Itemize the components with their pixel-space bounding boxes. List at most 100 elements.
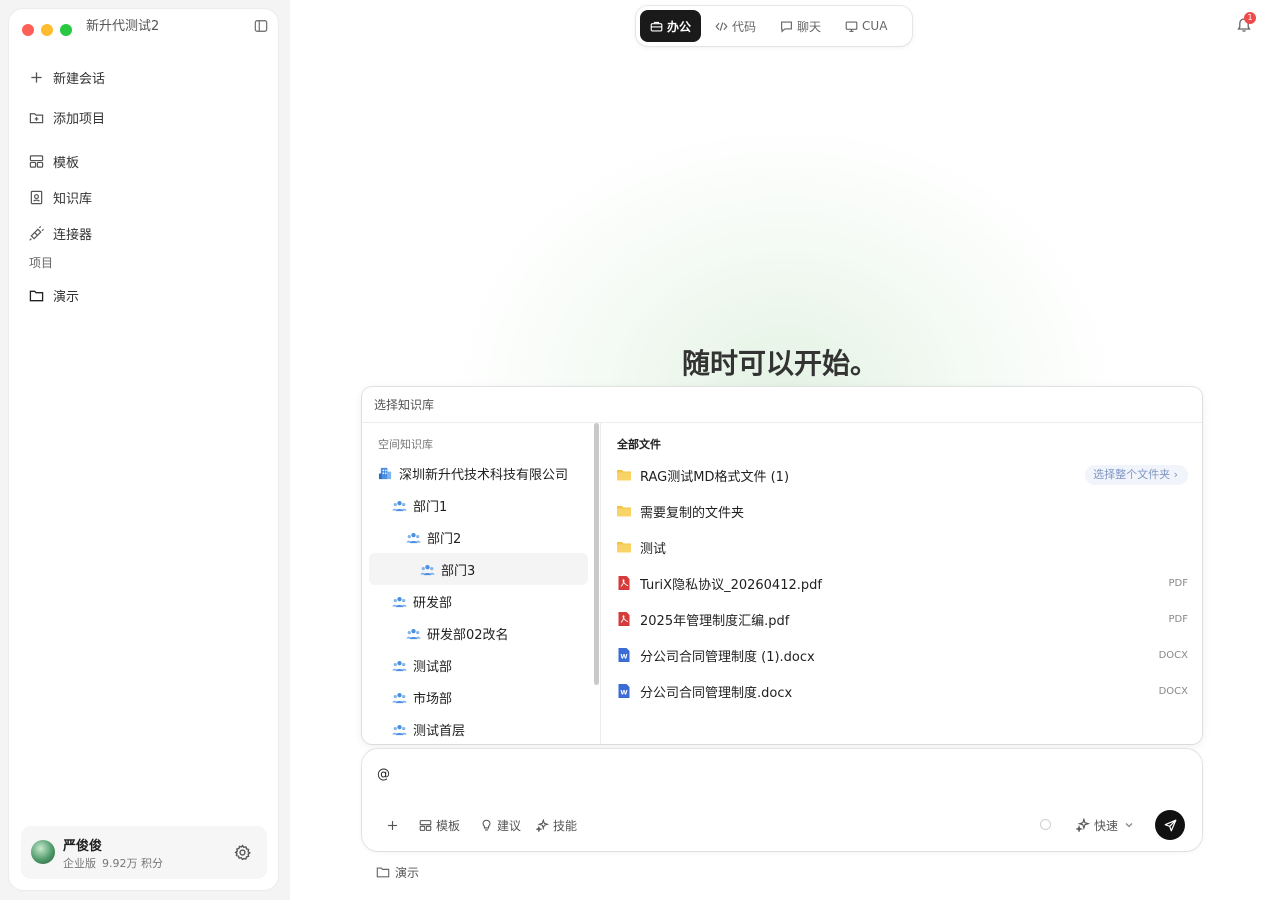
sidebar-project-demo[interactable]: 演示: [9, 281, 278, 309]
team-icon: [392, 596, 407, 607]
folder-icon: [617, 506, 631, 517]
plan-label: 企业版: [63, 857, 96, 870]
file-row[interactable]: 需要复制的文件夹: [616, 495, 1188, 527]
file-type: DOCX: [1158, 685, 1188, 697]
plus-icon: [31, 71, 42, 83]
minimize-window-button[interactable]: [41, 24, 53, 36]
file-row[interactable]: TuriX隐私协议_20260412.pdf PDF: [616, 567, 1188, 599]
templates-button[interactable]: 模板: [419, 815, 460, 835]
template-icon: [29, 154, 44, 168]
sidebar-item-new-chat[interactable]: 新建会话: [9, 63, 278, 91]
mode-tabs: 办公 代码 聊天 CUA: [636, 6, 912, 46]
user-card[interactable]: 严俊俊 企业版 9.92万 积分: [21, 826, 267, 879]
gear-icon[interactable]: [234, 844, 251, 861]
briefcase-icon: [650, 21, 663, 32]
sidebar-item-knowledge-base[interactable]: 知识库: [9, 183, 278, 211]
tree-item-label: 测试部: [413, 659, 453, 675]
chat-icon: [781, 20, 792, 33]
select-whole-folder-button[interactable]: 选择整个文件夹 ›: [1085, 465, 1188, 485]
chevron-down-icon: [1125, 823, 1133, 828]
tree-item-label: 研发部02改名: [427, 627, 509, 643]
speed-select[interactable]: 快速: [1076, 815, 1134, 835]
folder-icon: [617, 542, 631, 553]
loading-indicator: [1040, 819, 1051, 830]
sidebar-toggle-icon[interactable]: [254, 19, 268, 33]
tree-item-marketing[interactable]: 市场部: [392, 681, 588, 713]
file-row[interactable]: 2025年管理制度汇编.pdf PDF: [616, 603, 1188, 635]
svg-text:W: W: [620, 653, 627, 661]
tree-item-label: 部门3: [441, 563, 476, 579]
sparkle-icon: [1076, 818, 1090, 832]
skills-button[interactable]: 技能: [536, 815, 577, 835]
tab-cua[interactable]: CUA: [835, 10, 897, 42]
send-icon: [1164, 819, 1176, 831]
tree-item-test-top[interactable]: 测试首层: [392, 713, 588, 744]
file-row[interactable]: RAG测试MD格式文件 (1) 选择整个文件夹 ›: [616, 459, 1188, 491]
sidebar-item-add-project[interactable]: 添加项目: [9, 103, 278, 131]
tab-label: 代码: [732, 19, 757, 34]
sidebar: 新升代测试2 新建会话 添加项目 模板 知识库 连接器 项目 演示 严俊俊 企业…: [9, 9, 278, 890]
file-row[interactable]: W 分公司合同管理制度 (1).docx DOCX: [616, 639, 1188, 671]
tree-item-dept1[interactable]: 部门1: [392, 489, 588, 521]
file-type: PDF: [1168, 577, 1188, 589]
file-name: 分公司合同管理制度 (1).docx: [640, 649, 815, 665]
sidebar-item-label: 添加项目: [53, 111, 106, 127]
sidebar-item-connectors[interactable]: 连接器: [9, 219, 278, 247]
plug-icon: [29, 225, 44, 241]
file-list-title: 全部文件: [617, 438, 661, 451]
points-label: 9.92万 积分: [102, 857, 163, 870]
current-project-tag[interactable]: 演示: [376, 863, 419, 881]
docx-file-icon: W: [618, 684, 630, 698]
tree-item-qa[interactable]: 测试部: [392, 649, 588, 681]
code-icon: [715, 21, 728, 31]
docx-file-icon: W: [618, 648, 630, 662]
user-plan: 企业版 9.92万 积分: [63, 855, 169, 871]
user-name: 严俊俊: [63, 839, 103, 854]
projects-section-label: 项目: [29, 256, 54, 270]
tree-item-label: 深圳新升代技术科技有限公司: [399, 467, 569, 483]
team-icon: [392, 724, 407, 735]
file-name: 分公司合同管理制度.docx: [640, 685, 793, 701]
tab-chat[interactable]: 聊天: [770, 10, 831, 42]
tree-item-dept3[interactable]: 部门3: [369, 553, 588, 585]
tab-label: CUA: [862, 19, 888, 33]
tool-label: 技能: [553, 818, 578, 833]
file-row[interactable]: W 分公司合同管理制度.docx DOCX: [616, 675, 1188, 707]
team-icon: [392, 660, 407, 671]
close-window-button[interactable]: [22, 24, 34, 36]
tree-item-label: 测试首层: [413, 723, 466, 739]
company-icon: [378, 467, 392, 479]
team-icon: [406, 532, 421, 543]
tree-item-company[interactable]: 深圳新升代技术科技有限公司: [378, 457, 588, 489]
pdf-file-icon: [618, 612, 630, 626]
tree-item-label: 部门1: [413, 499, 448, 515]
svg-text:W: W: [620, 689, 627, 697]
file-list: 全部文件 RAG测试MD格式文件 (1) 选择整个文件夹 › 需要复制的文件夹 …: [602, 423, 1202, 744]
team-icon: [392, 500, 407, 511]
space-kb-tree: 空间知识库 深圳新升代技术科技有限公司 部门1 部门2 部门3 研发部 研发部0…: [362, 423, 601, 744]
tab-code[interactable]: 代码: [705, 10, 766, 42]
lightbulb-icon: [482, 819, 491, 830]
sidebar-item-label: 演示: [53, 289, 80, 305]
file-name: 2025年管理制度汇编.pdf: [640, 613, 790, 629]
team-icon: [392, 692, 407, 703]
file-type: PDF: [1168, 613, 1188, 625]
tree-item-rd[interactable]: 研发部: [392, 585, 588, 617]
zoom-window-button[interactable]: [60, 24, 72, 36]
sidebar-item-label: 模板: [53, 155, 80, 171]
tab-office[interactable]: 办公: [640, 10, 702, 42]
tree-item-dept2[interactable]: 部门2: [406, 521, 588, 553]
add-attachment-button[interactable]: [386, 815, 403, 835]
tree-scrollbar[interactable]: [594, 423, 599, 685]
file-row[interactable]: 测试: [616, 531, 1188, 563]
team-icon: [406, 628, 421, 639]
avatar[interactable]: [31, 840, 55, 864]
tree-item-rd02[interactable]: 研发部02改名: [406, 617, 588, 649]
picker-header: 选择知识库: [362, 387, 1202, 423]
suggestions-button[interactable]: 建议: [480, 815, 521, 835]
send-button[interactable]: [1155, 810, 1185, 840]
team-icon: [420, 564, 435, 575]
sidebar-item-templates[interactable]: 模板: [9, 147, 278, 175]
message-input[interactable]: [377, 764, 1187, 784]
file-name: RAG测试MD格式文件 (1): [640, 469, 790, 485]
